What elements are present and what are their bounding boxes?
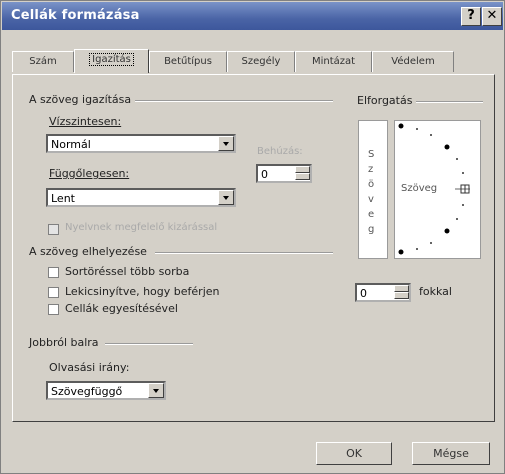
degrees-value: 0 [360, 287, 367, 300]
indent-value: 0 [261, 168, 268, 181]
vertical-letter: z [368, 164, 374, 175]
merge-cells-checkbox[interactable] [48, 304, 59, 315]
degrees-label: fokkal [419, 285, 452, 298]
indent-label: Behúzás: [257, 146, 303, 157]
text-control-group-line [155, 252, 333, 254]
rtl-group-label: Jobbról balra [29, 336, 103, 349]
orientation-group-line [415, 101, 483, 103]
vertical-letter: v [368, 194, 374, 205]
vertical-letter: g [368, 224, 375, 235]
vertical-value: Lent [51, 192, 75, 205]
direction-value: Szövegfüggő [51, 385, 123, 398]
justify-distributed-checkbox[interactable] [48, 224, 59, 235]
wrap-text-checkbox[interactable] [48, 267, 59, 278]
vertical-letter: S [368, 149, 375, 160]
tab-font[interactable]: Betűtípus [149, 51, 227, 72]
alignment-group-label: A szöveg igazítása [29, 93, 136, 106]
indent-spinner[interactable]: 0 [256, 164, 312, 183]
vertical-letter: e [368, 209, 375, 220]
justify-distributed-label: Nyelvnek megfelelő kizárással [65, 222, 218, 233]
dial-text: Szöveg [401, 183, 438, 194]
close-button[interactable]: ✕ [482, 7, 502, 26]
spin-down-icon[interactable] [295, 173, 310, 180]
direction-label: Olvasási irány: [49, 361, 130, 374]
horizontal-select[interactable]: Normál [46, 134, 236, 153]
ok-button[interactable]: OK [316, 442, 392, 465]
tab-alignment[interactable]: Igazítás [74, 49, 149, 73]
merge-cells-label: Cellák egyesítésével [65, 302, 178, 315]
spin-up-icon[interactable] [295, 166, 310, 173]
vertical-letter: ö [368, 179, 375, 190]
help-button[interactable]: ? [461, 7, 481, 26]
tab-border[interactable]: Szegély [227, 51, 295, 72]
orientation-group-label: Elforgatás [357, 94, 417, 107]
horizontal-label: Vízszintesen: [49, 115, 122, 128]
spin-down-icon[interactable] [394, 292, 409, 299]
vertical-text-box[interactable]: S z ö v e g [358, 120, 388, 259]
tab-number[interactable]: Szám [12, 51, 74, 72]
chevron-down-icon[interactable] [148, 383, 164, 398]
spin-up-icon[interactable] [394, 285, 409, 292]
cancel-button[interactable]: Mégse [412, 442, 490, 465]
shrink-to-fit-checkbox[interactable] [48, 287, 59, 298]
degrees-spinner[interactable]: 0 [355, 283, 411, 302]
orientation-dial[interactable]: Szöveg [394, 120, 481, 259]
horizontal-value: Normál [51, 138, 91, 151]
chevron-down-icon[interactable] [218, 190, 234, 205]
vertical-select[interactable]: Lent [46, 188, 236, 207]
wrap-text-label: Sortöréssel több sorba [65, 265, 190, 278]
dialog-title: Cellák formázása [11, 8, 140, 23]
format-cells-dialog: Cellák formázása ? ✕ Szám Igazítás Betűt… [0, 0, 505, 474]
text-control-group-label: A szöveg elhelyezése [29, 245, 151, 258]
rtl-group-line [105, 343, 193, 345]
chevron-down-icon[interactable] [218, 136, 234, 151]
alignment-group-line [126, 100, 333, 102]
title-bar[interactable]: Cellák formázása ? ✕ [2, 2, 503, 30]
tab-patterns[interactable]: Mintázat [295, 51, 372, 72]
tab-protection[interactable]: Védelem [372, 51, 454, 72]
vertical-label: Függőlegesen: [49, 167, 130, 180]
shrink-to-fit-label: Lekicsinyítve, hogy beférjen [65, 285, 220, 298]
direction-select[interactable]: Szövegfüggő [46, 381, 166, 400]
